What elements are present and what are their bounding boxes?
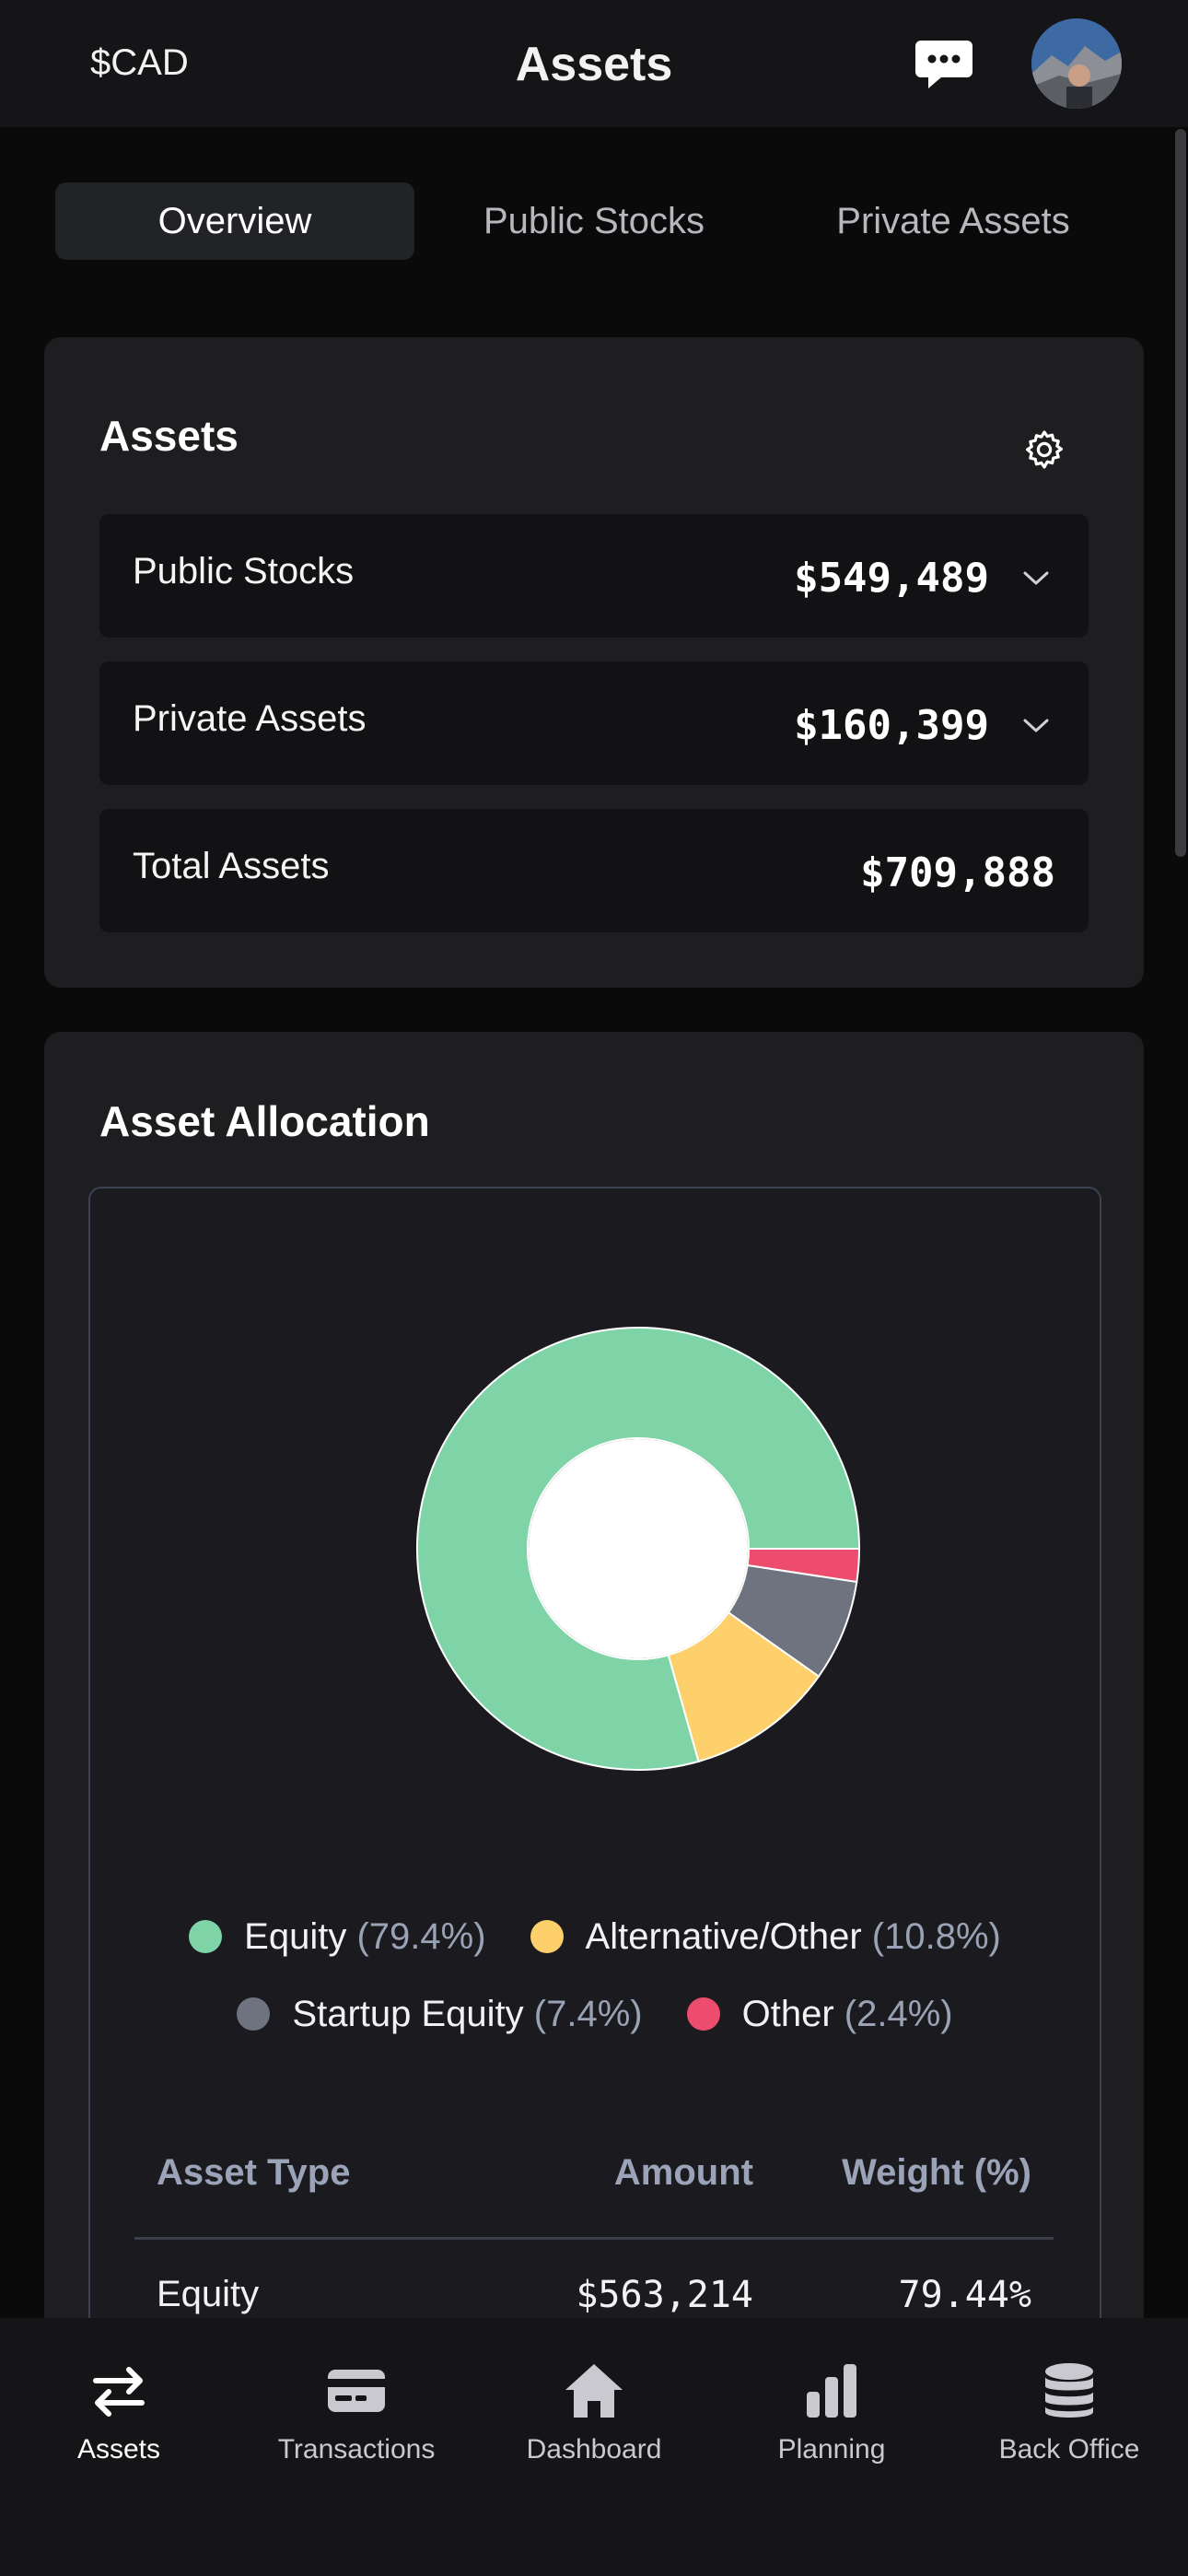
asset-row-label: Public Stocks (133, 551, 355, 591)
asset-row-label: Private Assets (133, 698, 367, 739)
asset-row-private-assets[interactable]: Private Assets $160,399 (99, 662, 1089, 785)
legend-item-startup-equity[interactable]: Startup Equity (7.4%) (237, 1994, 643, 2035)
asset-row-label: Total Assets (133, 846, 330, 886)
bottom-nav: Assets Transactions Dashboard Planning B… (0, 2318, 1188, 2576)
nav-assets[interactable]: Assets (0, 2318, 238, 2502)
table-header-amount[interactable]: Amount (614, 2152, 753, 2194)
table-cell-type: Equity (157, 2274, 260, 2314)
nav-planning[interactable]: Planning (713, 2318, 950, 2502)
nav-label: Back Office (998, 2434, 1140, 2465)
chevron-down-icon[interactable] (1022, 569, 1050, 588)
allocation-card-title: Asset Allocation (99, 1097, 430, 1145)
chevron-down-icon[interactable] (1022, 717, 1050, 735)
nav-transactions[interactable]: Transactions (238, 2318, 475, 2502)
top-header: $CAD Assets (0, 0, 1188, 127)
nav-back-office[interactable]: Back Office (950, 2318, 1188, 2502)
assets-card: Assets Public Stocks $549,489 Private As… (44, 337, 1144, 988)
arrows-exchange-icon (93, 2367, 145, 2417)
tab-private-assets[interactable]: Private Assets (774, 182, 1133, 260)
table-cell-weight: 79.44% (898, 2274, 1032, 2316)
table-header-asset-type[interactable]: Asset Type (157, 2152, 350, 2194)
tab-public-stocks[interactable]: Public Stocks (414, 182, 774, 260)
asset-row-value: $709,888 (860, 849, 1055, 896)
nav-label: Dashboard (526, 2434, 662, 2465)
nav-label: Assets (76, 2434, 161, 2465)
legend-row-1: Equity (79.4%) Alternative/Other (10.8%) (90, 1916, 1100, 1958)
nav-dashboard[interactable]: Dashboard (475, 2318, 713, 2502)
legend-dot (189, 1920, 223, 1953)
legend-pct: (2.4%) (844, 1994, 953, 2034)
legend-label: Alternative/Other (585, 1916, 862, 1957)
table-cell-amount: $563,214 (576, 2274, 753, 2316)
legend-pct: (10.8%) (871, 1916, 1001, 1957)
bar-chart-icon (807, 2364, 856, 2418)
legend-label: Startup Equity (292, 1994, 524, 2034)
home-icon (565, 2364, 623, 2418)
scrollbar[interactable] (1175, 129, 1186, 857)
avatar[interactable] (1031, 18, 1122, 109)
asset-row-value: $549,489 (794, 555, 989, 602)
legend-label: Equity (244, 1916, 347, 1957)
legend-dot (237, 1997, 271, 2031)
asset-row-value: $160,399 (794, 702, 989, 749)
legend-pct: (79.4%) (356, 1916, 486, 1957)
credit-card-icon (328, 2370, 385, 2412)
donut-hole (529, 1439, 748, 1658)
table-header-weight[interactable]: Weight (%) (842, 2152, 1031, 2194)
legend-item-other[interactable]: Other (2.4%) (686, 1994, 953, 2035)
asset-row-total-assets: Total Assets $709,888 (99, 809, 1089, 932)
view-tabs: Overview Public Stocks Private Assets (55, 182, 1133, 260)
legend-row-2: Startup Equity (7.4%) Other (2.4%) (90, 1994, 1100, 2035)
nav-label: Planning (777, 2434, 886, 2465)
donut-chart (416, 1327, 861, 1771)
legend-item-alternative[interactable]: Alternative/Other (10.8%) (530, 1916, 1001, 1958)
nav-label: Transactions (277, 2434, 436, 2465)
legend-dot (530, 1920, 564, 1953)
allocation-panel: Equity (79.4%) Alternative/Other (10.8%)… (88, 1187, 1101, 2388)
allocation-card: Asset Allocation Equity (79.4%) Alternat… (44, 1032, 1144, 2414)
legend-item-equity[interactable]: Equity (79.4%) (189, 1916, 486, 1958)
tab-overview[interactable]: Overview (55, 182, 414, 260)
gear-icon[interactable] (1022, 427, 1066, 472)
asset-row-public-stocks[interactable]: Public Stocks $549,489 (99, 514, 1089, 638)
assets-card-title: Assets (99, 412, 239, 460)
legend-pct: (7.4%) (533, 1994, 643, 2034)
table-divider (134, 2237, 1054, 2240)
legend-dot (686, 1997, 720, 2031)
legend-label: Other (741, 1994, 834, 2034)
chat-icon[interactable] (914, 37, 974, 92)
page-title: Assets (515, 38, 673, 91)
database-icon (1045, 2363, 1093, 2418)
